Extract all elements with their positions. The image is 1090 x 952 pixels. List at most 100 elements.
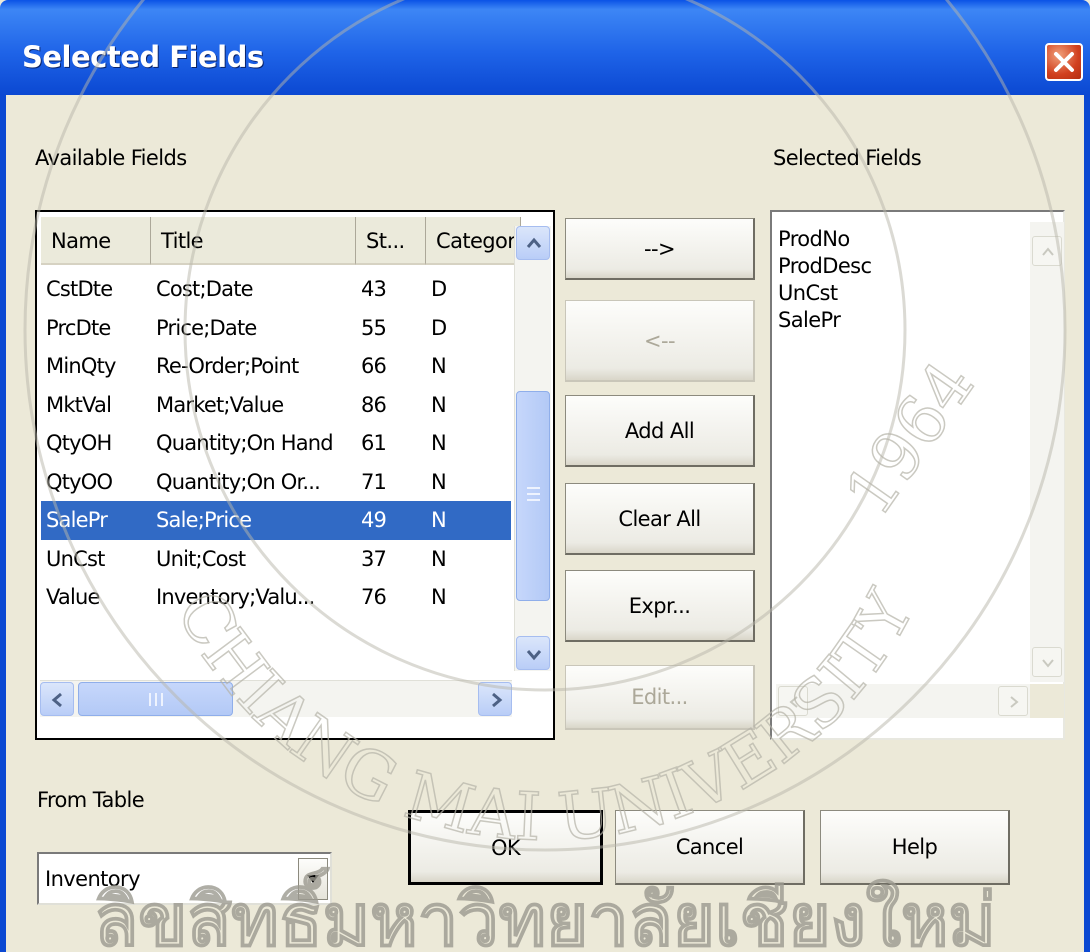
column-header-st[interactable]: St... xyxy=(356,217,426,265)
scroll-left-button[interactable] xyxy=(778,686,808,716)
chevron-left-icon xyxy=(51,692,62,708)
table-row[interactable]: Value Inventory;Valu... 76 N xyxy=(41,578,511,617)
chevron-right-icon xyxy=(492,692,503,708)
cell-st: 66 xyxy=(361,354,387,378)
cell-name: PrcDte xyxy=(46,315,111,340)
ok-button[interactable]: OK xyxy=(408,810,603,885)
cell-name: Value xyxy=(46,585,100,609)
chevron-up-icon xyxy=(526,237,542,248)
table-row[interactable]: QtyOO Quantity;On Or... 71 N xyxy=(41,463,511,502)
from-table-label: From Table xyxy=(37,788,145,812)
list-horizontal-scrollbar[interactable] xyxy=(40,680,512,717)
from-table-value: Inventory xyxy=(45,867,141,891)
cell-title: Market;Value xyxy=(156,392,284,417)
cell-st: 55 xyxy=(361,315,387,340)
cell-name: QtyOH xyxy=(46,431,112,455)
selected-horizontal-scrollbar[interactable] xyxy=(776,684,1032,718)
cell-st: 71 xyxy=(361,469,387,494)
list-rows: CstDte Cost;Date 43 D PrcDte Price;Date … xyxy=(41,270,511,617)
scroll-up-button[interactable] xyxy=(1032,236,1062,266)
clear-all-button[interactable]: Clear All xyxy=(565,483,755,555)
chevron-up-icon xyxy=(1042,247,1054,256)
cell-category: N xyxy=(431,508,447,532)
available-fields-label: Available Fields xyxy=(35,146,187,170)
cell-title: Sale;Price xyxy=(156,508,252,532)
cell-category: D xyxy=(431,315,447,340)
dropdown-arrow-icon xyxy=(307,875,319,883)
selected-fields-label: Selected Fields xyxy=(773,146,922,170)
scroll-down-button[interactable] xyxy=(516,636,550,670)
available-fields-list[interactable]: Name Title St... Category CstDte Cost;Da… xyxy=(35,210,555,740)
table-row[interactable]: MktVal Market;Value 86 N xyxy=(41,386,511,425)
selected-vertical-scrollbar[interactable] xyxy=(1030,222,1064,682)
cell-st: 61 xyxy=(361,431,387,455)
scroll-left-button[interactable] xyxy=(40,682,74,716)
cell-category: N xyxy=(431,392,447,417)
scroll-right-button[interactable] xyxy=(478,682,512,716)
cell-name: UnCst xyxy=(46,546,105,571)
cell-category: D xyxy=(431,277,447,301)
expr-button-label: Expr... xyxy=(628,593,691,618)
scroll-down-button[interactable] xyxy=(1032,647,1062,677)
cell-st: 37 xyxy=(361,546,387,571)
cell-category: N xyxy=(431,431,447,455)
cell-title: Price;Date xyxy=(156,315,257,340)
table-row[interactable]: PrcDte Price;Date 55 D xyxy=(41,309,511,348)
cell-title: Re-Order;Point xyxy=(156,354,299,378)
table-row[interactable]: CstDte Cost;Date 43 D xyxy=(41,270,511,309)
cell-name: CstDte xyxy=(46,277,113,301)
scroll-thumb[interactable] xyxy=(516,391,550,601)
cell-title: Cost;Date xyxy=(156,277,254,301)
column-header-category[interactable]: Category xyxy=(426,217,521,265)
close-button[interactable] xyxy=(1045,43,1083,81)
chevron-down-icon xyxy=(1042,659,1054,668)
selected-items: ProdNo ProdDesc UnCst SalePr xyxy=(778,226,872,334)
cell-st: 86 xyxy=(361,392,387,417)
title-bar: Selected Fields xyxy=(0,0,1090,95)
add-field-button[interactable]: --> xyxy=(565,218,755,280)
scroll-right-button[interactable] xyxy=(998,686,1028,716)
hscroll-thumb[interactable] xyxy=(78,682,233,716)
cell-name: MktVal xyxy=(46,392,112,417)
remove-field-button[interactable]: <-- xyxy=(565,300,755,382)
cell-category: N xyxy=(431,354,447,378)
cell-name: QtyOO xyxy=(46,469,113,494)
chevron-down-icon xyxy=(526,650,542,661)
list-item[interactable]: SalePr xyxy=(778,307,871,334)
cell-title: Quantity;On Or... xyxy=(156,469,321,494)
cell-category: N xyxy=(431,469,447,494)
from-table-combo[interactable]: Inventory xyxy=(37,852,332,905)
help-button[interactable]: Help xyxy=(820,810,1010,885)
edit-button[interactable]: Edit... xyxy=(565,665,755,730)
column-header-name[interactable]: Name xyxy=(41,217,151,265)
cancel-button[interactable]: Cancel xyxy=(615,810,805,885)
list-item[interactable]: ProdDesc xyxy=(778,253,872,280)
table-row[interactable]: UnCst Unit;Cost 37 N xyxy=(41,540,511,579)
close-icon xyxy=(1054,52,1074,72)
list-item[interactable]: ProdNo xyxy=(778,226,871,253)
window-frame-left xyxy=(0,95,6,952)
window-frame-right xyxy=(1084,95,1090,952)
table-row-selected[interactable]: SalePr Sale;Price 49 N xyxy=(41,501,511,540)
column-header-title[interactable]: Title xyxy=(151,217,356,265)
cell-name: SalePr xyxy=(46,508,108,532)
window-title: Selected Fields xyxy=(22,40,264,74)
dropdown-button[interactable] xyxy=(298,858,328,900)
cell-st: 43 xyxy=(361,277,387,301)
add-all-button[interactable]: Add All xyxy=(565,395,755,467)
cell-category: N xyxy=(431,585,447,609)
cell-category: N xyxy=(431,546,447,571)
table-row[interactable]: QtyOH Quantity;On Hand 61 N xyxy=(41,424,511,463)
list-vertical-scrollbar[interactable] xyxy=(514,226,551,671)
scroll-corner xyxy=(1030,684,1064,718)
expr-button[interactable]: Expr... xyxy=(565,570,755,642)
cell-st: 76 xyxy=(361,585,387,609)
cell-title: Quantity;On Hand xyxy=(156,431,334,455)
table-row[interactable]: MinQty Re-Order;Point 66 N xyxy=(41,347,511,386)
cell-title: Inventory;Valu... xyxy=(156,585,315,609)
cell-title: Unit;Cost xyxy=(156,546,246,571)
chevron-right-icon xyxy=(1010,696,1019,708)
list-item[interactable]: UnCst xyxy=(778,280,871,307)
selected-fields-list[interactable]: ProdNo ProdDesc UnCst SalePr xyxy=(770,210,1065,740)
scroll-up-button[interactable] xyxy=(516,226,550,260)
